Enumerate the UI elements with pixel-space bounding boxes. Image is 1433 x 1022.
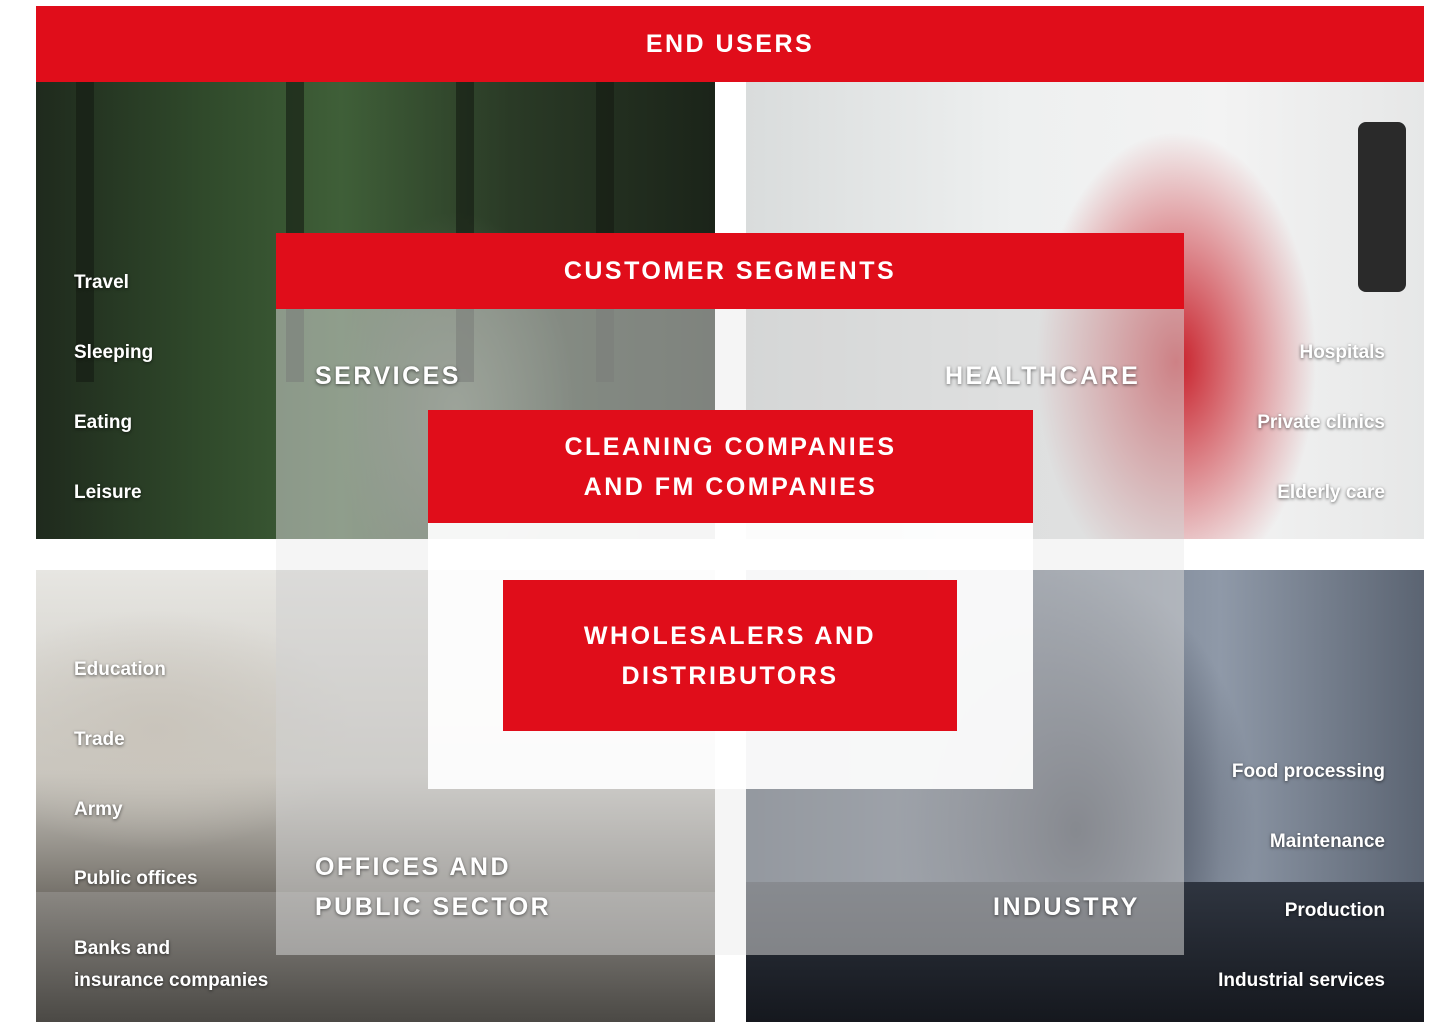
services-title: SERVICES — [315, 362, 461, 390]
offices-item-trade: Trade — [74, 729, 125, 750]
wholesalers-line-2: DISTRIBUTORS — [621, 661, 839, 690]
offices-item-banks: Banks and — [74, 938, 171, 959]
healthcare-item-hospitals: Hospitals — [1299, 342, 1385, 363]
industry-item-production: Production — [1284, 900, 1385, 921]
wholesalers-band: WHOLESALERS AND DISTRIBUTORS — [503, 580, 957, 731]
offices-item-public-offices: Public offices — [74, 868, 198, 889]
cleaning-line-1: CLEANING COMPANIES — [564, 432, 897, 461]
offices-item-army: Army — [74, 799, 123, 820]
industry-item-food-processing: Food processing — [1231, 761, 1385, 782]
offices-item-education: Education — [74, 659, 166, 680]
cleaning-companies-band: CLEANING COMPANIES AND FM COMPANIES — [428, 410, 1033, 523]
offices-item-insurance: insurance companies — [74, 970, 269, 991]
services-item-leisure: Leisure — [74, 482, 142, 503]
healthcare-item-private-clinics: Private clinics — [1257, 412, 1385, 433]
customer-segments-band: CUSTOMER SEGMENTS — [276, 233, 1184, 309]
industry-title: INDUSTRY — [993, 893, 1140, 921]
cleaning-line-2: AND FM COMPANIES — [583, 472, 878, 501]
offices-title: OFFICES AND PUBLIC SECTOR — [315, 847, 551, 927]
services-item-travel: Travel — [74, 272, 129, 293]
healthcare-item-elderly-care: Elderly care — [1277, 482, 1385, 503]
industry-item-industrial-services: Industrial services — [1218, 970, 1385, 991]
services-item-eating: Eating — [74, 412, 133, 433]
offices-title-line-1: OFFICES AND — [315, 853, 512, 881]
wholesalers-line-1: WHOLESALERS AND — [583, 621, 877, 650]
offices-title-line-2: PUBLIC SECTOR — [315, 893, 552, 921]
industry-item-maintenance: Maintenance — [1269, 831, 1385, 852]
services-item-sleeping: Sleeping — [74, 342, 154, 363]
end-users-band: END USERS — [36, 6, 1424, 82]
healthcare-title: HEALTHCARE — [945, 362, 1141, 390]
